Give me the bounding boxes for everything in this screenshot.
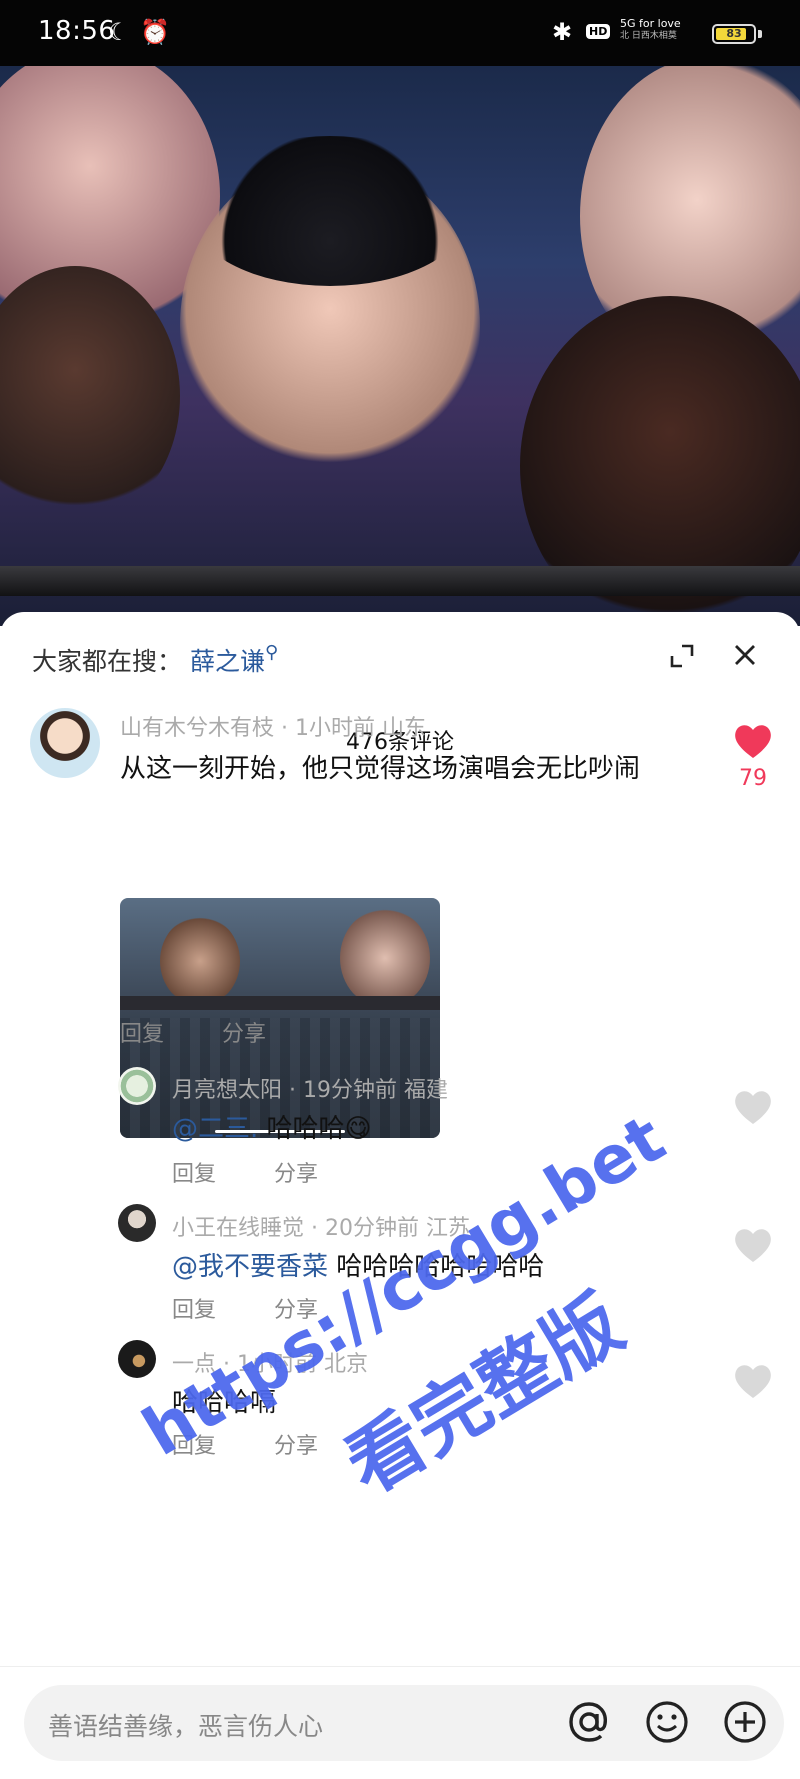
- search-keyword[interactable]: 薛之谦: [190, 647, 265, 676]
- avatar[interactable]: [30, 708, 100, 778]
- battery-tip: [758, 30, 762, 38]
- close-icon[interactable]: [728, 638, 762, 672]
- search-suggestion[interactable]: 大家都在搜： 薛之谦⚲: [32, 642, 278, 678]
- search-prefix: 大家都在搜：: [32, 647, 183, 676]
- image-person-right: [340, 908, 430, 1008]
- like-heart-icon[interactable]: [732, 722, 774, 760]
- reply-text: @二三. 哈哈哈😋: [172, 1108, 372, 1145]
- image-railing: [120, 996, 440, 1010]
- moon-icon: ☾: [108, 18, 130, 46]
- reply-body: 哈哈哈: [258, 1114, 345, 1144]
- search-icon: ⚲: [265, 642, 279, 663]
- railing: [0, 566, 800, 596]
- image-person: [160, 916, 240, 1006]
- reply-button[interactable]: 回复: [172, 1156, 216, 1188]
- mention-at-icon[interactable]: [566, 1699, 612, 1745]
- reply-button[interactable]: 回复: [172, 1292, 216, 1324]
- battery-icon: 83: [712, 24, 756, 44]
- emoji: 😋: [344, 1114, 372, 1144]
- comment-text: 从这一刻开始，他只觉得这场演唱会无比吵闹: [120, 754, 641, 784]
- emoji-icon[interactable]: [644, 1699, 690, 1745]
- add-icon[interactable]: [722, 1699, 768, 1745]
- reply-mention[interactable]: @二三.: [172, 1114, 258, 1144]
- share-button[interactable]: 分享: [274, 1428, 318, 1460]
- comment-input-bar: 善语结善缘，恶言伤人心: [0, 1666, 800, 1779]
- network-label: 5G for love: [620, 17, 681, 30]
- reply-mention[interactable]: @我不要香菜: [172, 1252, 328, 1282]
- like-count: 79: [739, 766, 767, 791]
- video-player[interactable]: [0, 66, 800, 626]
- status-time: 18:56: [38, 16, 116, 46]
- like-heart-icon[interactable]: [732, 1088, 774, 1126]
- hd-badge: HD: [586, 24, 611, 39]
- like-heart-icon[interactable]: [732, 1362, 774, 1400]
- comment-input-placeholder[interactable]: 善语结善缘，恶言伤人心: [48, 1707, 323, 1743]
- hair-center: [190, 136, 470, 286]
- comment-panel: 大家都在搜： 薛之谦⚲ 476条评论 山有木兮木有枝 · 1小时前 山东 从这一刻…: [0, 612, 800, 1778]
- reply-button[interactable]: 回复: [120, 1016, 164, 1048]
- comment-meta: 山有木兮木有枝 · 1小时前 山东: [120, 716, 426, 741]
- share-button[interactable]: 分享: [222, 1016, 266, 1048]
- reply-meta: 月亮想太阳 · 19分钟前 福建: [172, 1078, 448, 1103]
- battery-percent: 83: [726, 27, 742, 40]
- expand-icon[interactable]: [668, 642, 696, 670]
- avatar[interactable]: [118, 1204, 156, 1242]
- network-sublabel: 北 日西木相莫: [620, 31, 677, 41]
- status-bar: 18:56 ☾ ⏰ ✱ HD 5G for love 北 日西木相莫 83: [0, 0, 800, 66]
- alarm-icon: ⏰: [140, 18, 170, 46]
- bluetooth-icon: ✱: [552, 18, 573, 46]
- avatar[interactable]: [118, 1340, 156, 1378]
- share-button[interactable]: 分享: [274, 1156, 318, 1188]
- like-heart-icon[interactable]: [732, 1226, 774, 1264]
- avatar[interactable]: [118, 1067, 156, 1105]
- network-indicator: 5G for love 北 日西木相莫: [620, 18, 681, 42]
